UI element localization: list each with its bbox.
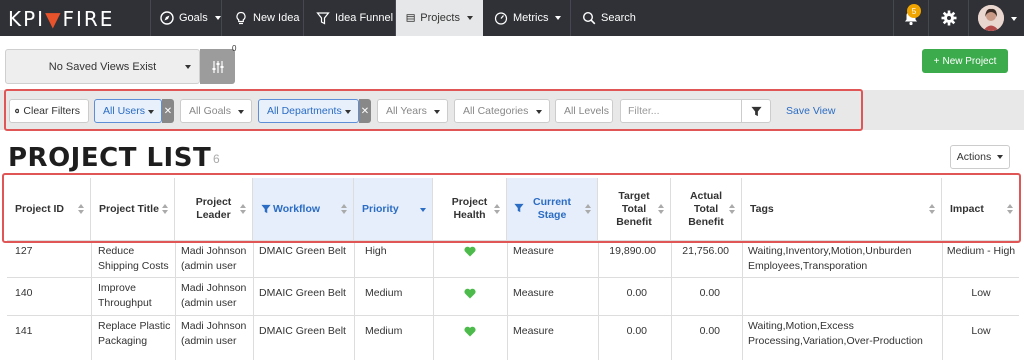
- cell-impact: Low: [971, 287, 991, 299]
- sliders-icon: [212, 60, 223, 73]
- kpifire-logo[interactable]: KPI▼FIRE: [8, 7, 114, 31]
- funnel-icon: [316, 12, 330, 25]
- cell-project-title[interactable]: Improve Throughput: [98, 281, 170, 311]
- save-view-link[interactable]: Save View: [786, 105, 835, 117]
- clear-users-filter-icon[interactable]: ✕: [162, 99, 174, 123]
- saved-views-count: 0: [232, 44, 237, 53]
- nav-idea-funnel[interactable]: Idea Funnel: [306, 0, 403, 36]
- nav-projects[interactable]: Projects: [396, 0, 483, 36]
- cell-actual-benefit: 0.00: [699, 325, 720, 337]
- nav-metrics[interactable]: Metrics: [484, 0, 571, 36]
- health-heart-icon: [464, 288, 476, 299]
- page-title: PROJECT LIST: [8, 143, 212, 173]
- cell-impact: Medium - High: [946, 245, 1016, 257]
- cell-workflow: DMAIC Green Belt: [259, 245, 346, 257]
- levels-filter-button[interactable]: All Levels: [555, 99, 613, 123]
- filter-input[interactable]: [620, 99, 742, 123]
- cell-target-benefit: 19,890.00: [609, 245, 656, 257]
- chevron-down-icon[interactable]: [1011, 17, 1017, 21]
- table-row[interactable]: 127 Reduce Shipping Costs Madi Johnson (…: [7, 240, 1019, 277]
- close-circle-icon: [15, 108, 20, 114]
- cell-project-leader: Madi Johnson (admin user: [181, 245, 247, 272]
- health-heart-icon: [464, 246, 476, 257]
- cell-project-title[interactable]: Reduce Shipping Costs: [98, 244, 170, 274]
- table-row[interactable]: 141 Replace Plastic Packaging Madi Johns…: [7, 315, 1019, 360]
- cell-project-leader: Madi Johnson (admin user: [181, 320, 247, 347]
- project-count: 6: [213, 152, 220, 166]
- years-filter-select[interactable]: All Years: [377, 99, 448, 123]
- categories-filter-select[interactable]: All Categories: [454, 99, 550, 123]
- nav-new-idea[interactable]: New Idea: [224, 0, 309, 36]
- clear-departments-filter-icon[interactable]: ✕: [359, 99, 371, 123]
- header-highlight-box: [2, 173, 1021, 243]
- cell-current-stage: Measure: [513, 325, 554, 337]
- nav-goals[interactable]: Goals: [150, 0, 231, 36]
- gauge-icon: [494, 12, 508, 25]
- cell-tags: Waiting,Motion,Excess Processing,Variati…: [748, 320, 923, 347]
- funnel-icon: [750, 106, 762, 116]
- cell-impact: Low: [971, 325, 991, 337]
- avatar[interactable]: [978, 5, 1004, 31]
- users-filter-select[interactable]: All Users: [94, 99, 162, 123]
- new-project-button[interactable]: + New Project: [922, 49, 1008, 73]
- cell-actual-benefit: 21,756.00: [682, 245, 729, 257]
- lightbulb-icon: [236, 11, 246, 25]
- top-nav: KPI▼FIRE Goals New Idea Idea Funnel Proj…: [0, 0, 1024, 36]
- goals-filter-select[interactable]: All Goals: [180, 99, 252, 123]
- health-heart-icon: [464, 326, 476, 337]
- nav-search[interactable]: Search: [572, 0, 646, 36]
- cell-actual-benefit: 0.00: [699, 287, 720, 299]
- apply-filter-button[interactable]: [741, 99, 771, 123]
- cell-project-leader: Madi Johnson (admin user: [181, 282, 247, 309]
- cell-project-id[interactable]: 141: [15, 324, 33, 339]
- notification-badge: 5: [907, 4, 921, 18]
- projects-icon: [406, 14, 415, 22]
- compass-icon: [160, 11, 174, 25]
- cell-project-id[interactable]: 140: [15, 286, 33, 301]
- plus-icon: +: [933, 55, 940, 67]
- cell-target-benefit: 0.00: [626, 325, 647, 337]
- cell-project-title[interactable]: Replace Plastic Packaging: [98, 319, 178, 349]
- cell-current-stage: Measure: [513, 245, 554, 257]
- clear-filters-button[interactable]: Clear Filters: [9, 99, 89, 123]
- departments-filter-select[interactable]: All Departments: [258, 99, 359, 123]
- cell-workflow: DMAIC Green Belt: [259, 287, 346, 299]
- actions-button[interactable]: Actions: [950, 145, 1010, 169]
- cell-current-stage: Measure: [513, 287, 554, 299]
- cell-tags: Waiting,Inventory,Motion,Unburden Employ…: [748, 245, 912, 272]
- cell-workflow: DMAIC Green Belt: [259, 325, 346, 337]
- cell-project-id[interactable]: 127: [15, 244, 33, 259]
- cell-target-benefit: 0.00: [626, 287, 647, 299]
- cell-priority: Medium: [365, 287, 403, 299]
- search-icon: [582, 11, 596, 25]
- cell-priority: Medium: [365, 325, 403, 337]
- view-settings-button[interactable]: [200, 49, 235, 84]
- table-row[interactable]: 140 Improve Throughput Madi Johnson (adm…: [7, 277, 1019, 315]
- saved-views-select[interactable]: No Saved Views Exist: [5, 49, 200, 84]
- cell-priority: High: [365, 245, 387, 257]
- gear-icon[interactable]: [940, 9, 958, 27]
